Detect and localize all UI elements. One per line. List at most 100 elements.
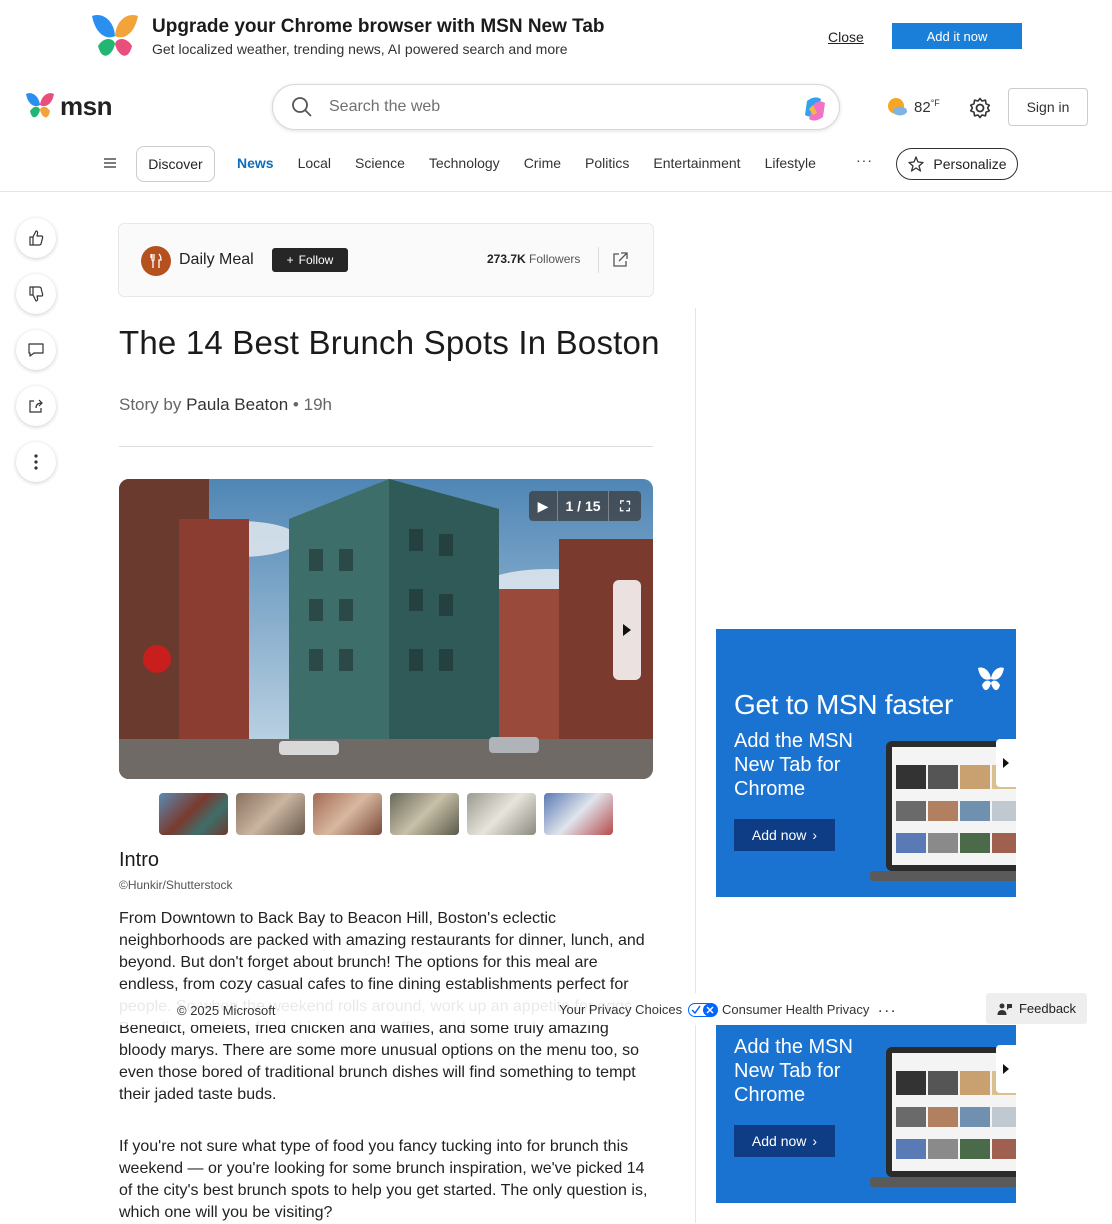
msn-logo[interactable]: msn <box>24 90 112 122</box>
boston-street-photo <box>119 479 653 779</box>
play-icon <box>1003 758 1009 768</box>
gallery-counter: ▶ 1 / 15 ⛶ <box>529 491 641 521</box>
divider <box>598 247 599 273</box>
tab-lifestyle[interactable]: Lifestyle <box>765 155 816 171</box>
follow-label: Follow <box>298 253 334 267</box>
tab-technology[interactable]: Technology <box>429 155 500 171</box>
laptop-illustration <box>870 741 1016 881</box>
ad-title: Get to MSN faster <box>734 689 953 720</box>
search-bar[interactable] <box>272 84 840 130</box>
fork-knife-icon <box>150 253 162 268</box>
thumbnail[interactable] <box>390 793 459 835</box>
ad-add-now-button[interactable]: Add now › <box>734 1125 835 1157</box>
msn-butterfly-icon <box>26 93 54 118</box>
hamburger-menu-icon[interactable] <box>102 155 118 171</box>
article-paragraph: If you're not sure what type of food you… <box>119 1138 648 1221</box>
laptop-illustration <box>870 1047 1016 1187</box>
upgrade-banner: Upgrade your Chrome browser with MSN New… <box>0 0 1112 74</box>
article-actions <box>16 218 56 482</box>
gallery-main-image[interactable] <box>119 479 653 779</box>
byline: Story by Paula Beaton • 19h <box>119 395 332 414</box>
ad-subtitle: Add the MSN New Tab for Chrome <box>734 1036 853 1106</box>
category-nav: Discover News Local Science Technology C… <box>0 140 1112 192</box>
sign-in-button[interactable]: Sign in <box>1008 88 1088 126</box>
comment-icon <box>28 343 44 357</box>
add-it-now-button[interactable]: Add it now <box>892 23 1022 49</box>
copilot-icon[interactable] <box>799 93 831 125</box>
banner-subtitle: Get localized weather, trending news, AI… <box>152 41 568 57</box>
comment-button[interactable] <box>16 330 56 370</box>
banner-title: Upgrade your Chrome browser with MSN New… <box>152 16 605 37</box>
thumbs-down-icon <box>29 286 44 302</box>
temperature: 82°F <box>914 98 940 116</box>
thumbnail[interactable] <box>544 793 613 835</box>
consumer-health-privacy-link[interactable]: Consumer Health Privacy <box>722 1002 869 1017</box>
tab-local[interactable]: Local <box>298 155 331 171</box>
thumbs-up-icon <box>29 230 44 246</box>
more-options-button[interactable] <box>16 442 56 482</box>
ad-subtitle: Add the MSN New Tab for Chrome <box>734 730 853 800</box>
feedback-button[interactable]: Feedback <box>986 993 1087 1024</box>
chevron-right-icon <box>623 624 631 636</box>
personalize-button[interactable]: Personalize <box>896 148 1018 180</box>
article-title: The 14 Best Brunch Spots In Boston <box>119 324 660 361</box>
thumbnail[interactable] <box>467 793 536 835</box>
banner-close-link[interactable]: Close <box>828 29 864 45</box>
section-title: Intro <box>119 849 160 871</box>
footer: © 2025 Microsoft Your Privacy Choices Co… <box>0 993 1112 1025</box>
fullscreen-icon[interactable]: ⛶ <box>609 498 641 515</box>
gear-icon[interactable] <box>968 96 992 120</box>
tab-entertainment[interactable]: Entertainment <box>653 155 740 171</box>
footer-more-button[interactable]: ... <box>878 999 897 1017</box>
header: msn 82°F Sign in <box>0 74 1112 140</box>
play-icon[interactable]: ▶ <box>529 498 557 515</box>
nav-more-button[interactable]: ··· <box>856 152 873 168</box>
thumbnail[interactable] <box>313 793 382 835</box>
thumbnail[interactable] <box>236 793 305 835</box>
thumbnail[interactable] <box>159 793 228 835</box>
copyright: © 2025 Microsoft <box>177 1003 276 1018</box>
vertical-dots-icon <box>34 454 38 470</box>
plus-icon: + <box>286 253 294 267</box>
sparkle-star-icon <box>908 156 925 172</box>
privacy-choices-link[interactable]: Your Privacy Choices <box>559 1002 719 1017</box>
chevron-right-icon: › <box>812 1133 818 1149</box>
ad-next-button[interactable] <box>996 739 1016 787</box>
publisher-name[interactable]: Daily Meal <box>179 251 254 269</box>
privacy-toggle-icon <box>688 1002 719 1017</box>
tab-discover[interactable]: Discover <box>136 146 215 182</box>
like-button[interactable] <box>16 218 56 258</box>
weather-widget[interactable]: 82°F <box>886 96 940 118</box>
tab-crime[interactable]: Crime <box>524 155 561 171</box>
personalize-label: Personalize <box>933 156 1007 172</box>
tab-news[interactable]: News <box>237 155 274 171</box>
author-name[interactable]: Paula Beaton <box>186 395 288 414</box>
ad-next-button[interactable] <box>996 1045 1016 1093</box>
nav-tabs: News Local Science Technology Crime Poli… <box>237 155 840 171</box>
share-button[interactable] <box>16 386 56 426</box>
publisher-card: Daily Meal + Follow 273.7K Followers <box>118 223 654 297</box>
msn-ad[interactable]: Get to MSN faster Add the MSN New Tab fo… <box>716 629 1016 897</box>
follow-button[interactable]: + Follow <box>272 248 348 272</box>
msn-ad[interactable]: Add the MSN New Tab for Chrome Add now › <box>716 1025 1016 1203</box>
play-icon <box>1003 1064 1009 1074</box>
ad-add-now-button[interactable]: Add now › <box>734 819 835 851</box>
chevron-right-icon: › <box>812 827 818 843</box>
publisher-logo[interactable] <box>141 246 171 276</box>
article-age: 19h <box>303 395 332 414</box>
gallery-next-button[interactable] <box>613 580 641 680</box>
search-icon <box>292 97 312 117</box>
divider <box>119 446 653 447</box>
gallery-thumbnails <box>159 793 613 835</box>
followers-count: 273.7K Followers <box>487 252 581 266</box>
feedback-icon <box>997 1003 1012 1015</box>
msn-butterfly-logo <box>92 14 138 56</box>
tab-science[interactable]: Science <box>355 155 405 171</box>
tab-politics[interactable]: Politics <box>585 155 629 171</box>
gallery-position: 1 / 15 <box>557 491 609 521</box>
column-divider <box>695 308 696 1223</box>
dislike-button[interactable] <box>16 274 56 314</box>
image-credit: ©Hunkir/Shutterstock <box>119 878 233 892</box>
search-input[interactable] <box>329 98 779 116</box>
external-link-icon[interactable] <box>611 251 629 269</box>
